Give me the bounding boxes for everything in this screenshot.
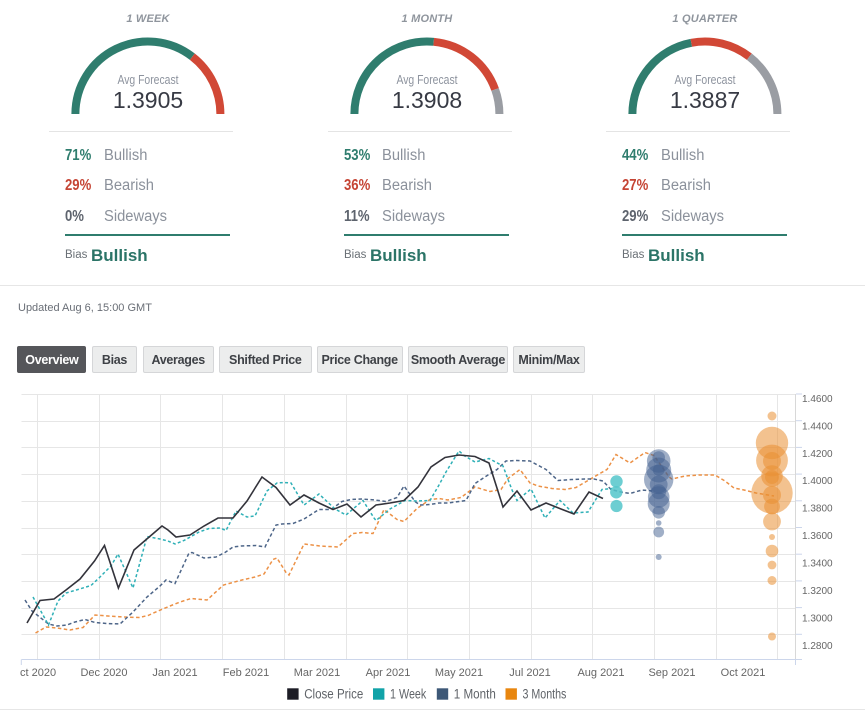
svg-text:1.2800: 1.2800 [802, 641, 833, 652]
svg-text:1.3800: 1.3800 [802, 504, 833, 515]
svg-text:Jan 2021: Jan 2021 [152, 667, 197, 679]
svg-text:1.4200: 1.4200 [802, 449, 833, 460]
svg-text:Sep 2021: Sep 2021 [648, 667, 695, 679]
svg-text:May 2021: May 2021 [435, 667, 483, 679]
svg-text:1 Month: 1 Month [454, 687, 496, 702]
svg-text:Jul 2021: Jul 2021 [509, 667, 551, 679]
svg-text:1.4000: 1.4000 [802, 476, 833, 487]
svg-text:1.4600: 1.4600 [802, 394, 833, 405]
svg-text:1.4400: 1.4400 [802, 421, 833, 432]
svg-text:1.3400: 1.3400 [802, 559, 833, 570]
svg-text:3 Months: 3 Months [523, 687, 567, 702]
svg-text:1.3600: 1.3600 [802, 531, 833, 542]
svg-text:Aug 2021: Aug 2021 [577, 667, 624, 679]
svg-text:Dec 2020: Dec 2020 [80, 667, 127, 679]
svg-text:Mar 2021: Mar 2021 [294, 667, 340, 679]
svg-text:Oct 2021: Oct 2021 [721, 667, 766, 679]
svg-text:1 Week: 1 Week [390, 687, 426, 702]
svg-text:Apr 2021: Apr 2021 [366, 667, 411, 679]
svg-text:Feb 2021: Feb 2021 [223, 667, 269, 679]
svg-text:1.3200: 1.3200 [802, 586, 833, 597]
svg-text:1.3000: 1.3000 [802, 613, 833, 624]
svg-text:Close Price: Close Price [304, 687, 363, 702]
svg-text:ct 2020: ct 2020 [20, 667, 56, 679]
